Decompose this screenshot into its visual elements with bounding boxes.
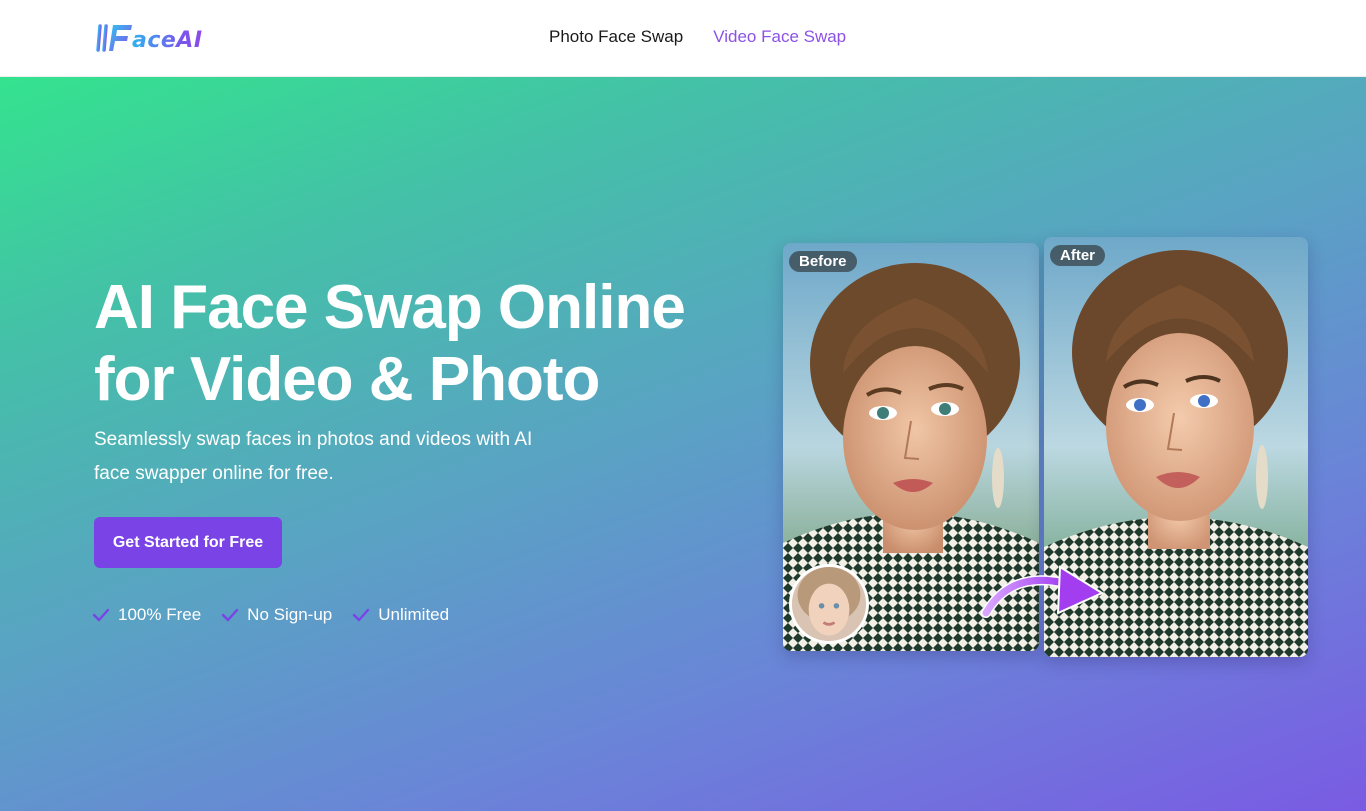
feature-item: 100% Free xyxy=(92,605,201,625)
faceai-logo-icon xyxy=(96,24,132,52)
hero-section: AI Face Swap Online for Video & Photo Se… xyxy=(0,77,1366,811)
curved-arrow-icon xyxy=(981,565,1105,618)
faceai-logo[interactable]: aceAI xyxy=(96,18,203,58)
nav-photo-face-swap[interactable]: Photo Face Swap xyxy=(549,26,683,48)
top-header: aceAI Photo Face Swap Video Face Swap xyxy=(0,0,1366,77)
feature-label: 100% Free xyxy=(118,605,202,624)
check-icon xyxy=(353,608,370,622)
feature-label: No Sign-up xyxy=(247,605,333,624)
feature-list: 100% Free No Sign-up Unlimited xyxy=(92,605,449,625)
feature-label: Unlimited xyxy=(378,605,450,624)
main-nav: Photo Face Swap Video Face Swap xyxy=(549,26,846,48)
hero-title: AI Face Swap Online for Video & Photo xyxy=(94,273,686,414)
get-started-button[interactable]: Get Started for Free xyxy=(94,517,282,568)
source-face-avatar xyxy=(789,564,869,644)
check-icon xyxy=(221,608,239,622)
feature-item: No Sign-up xyxy=(221,605,332,625)
logo-text: aceAI xyxy=(132,27,203,53)
hero-subtitle: Seamlessly swap faces in photos and vide… xyxy=(94,429,533,484)
feature-item: Unlimited xyxy=(352,605,449,625)
source-face-illustration xyxy=(792,567,866,641)
check-icon xyxy=(92,608,110,622)
nav-video-face-swap[interactable]: Video Face Swap xyxy=(713,26,846,48)
before-label: Before xyxy=(789,251,857,272)
after-label: After xyxy=(1050,245,1106,266)
